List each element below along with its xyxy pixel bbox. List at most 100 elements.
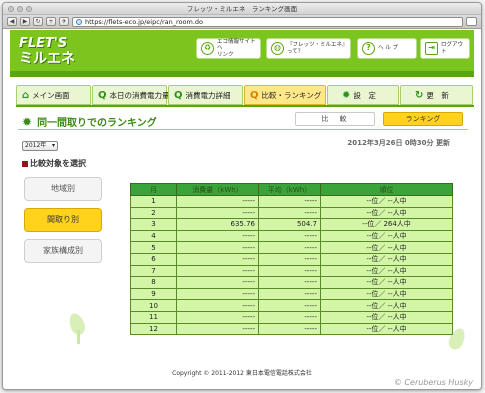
window-title: フレッツ・ミルエネ ランキング画面 (186, 5, 298, 13)
cell-usage: ----- (176, 322, 259, 336)
site-logo[interactable]: FLET'S ミルエネ (19, 36, 109, 68)
cell-rank: --位／ --人中 (320, 287, 453, 301)
site-header: FLET'S ミルエネ ♻ エコ情報サイトへ リンク ◍ 『フレッツ・ミルエネ』っ… (10, 30, 474, 77)
tab-today-usage[interactable]: Q 本日の消費電力量 (92, 85, 170, 105)
cell-month: 11 (130, 310, 177, 324)
tab-label: 設 定 (353, 90, 376, 100)
compare-toggle[interactable]: 比 較 (295, 112, 375, 126)
choose-label-text: 比較対象を選択 (30, 159, 86, 168)
square-bullet-icon (22, 160, 28, 167)
cell-usage: ----- (176, 264, 259, 278)
table-row: 7 ----- ----- --位／ --人中 (130, 264, 453, 278)
cell-average: ----- (258, 206, 321, 220)
cell-month: 5 (130, 241, 177, 254)
table-row: 8 ----- ----- --位／ --人中 (130, 276, 453, 289)
page: FLET'S ミルエネ ♻ エコ情報サイトへ リンク ◍ 『フレッツ・ミルエネ』っ… (3, 30, 481, 389)
cell-rank: --位／ --人中 (320, 195, 453, 208)
cell-month: 3 (130, 218, 177, 231)
magnifier-icon: Q (174, 89, 183, 101)
cell-rank: --位／ --人中 (320, 229, 453, 243)
nav-underline (16, 105, 474, 107)
by-region-button[interactable]: 地域別 (24, 177, 102, 201)
magnifier-icon: Q (250, 89, 259, 101)
cell-usage: ----- (176, 276, 259, 289)
cell-usage: ----- (176, 241, 259, 254)
cell-rank: --位／ 264人中 (320, 218, 453, 231)
logout-label: ログアウト (441, 42, 464, 55)
tab-refresh[interactable]: ↻ 更 新 (400, 85, 473, 105)
cell-rank: --位／ --人中 (320, 206, 453, 220)
tab-main[interactable]: ⌂ メイン画面 (16, 85, 91, 105)
tab-compare-ranking[interactable]: Q 比較・ランキング (244, 85, 326, 105)
cell-usage: ----- (176, 299, 259, 312)
cell-average: ----- (258, 195, 321, 208)
tab-settings[interactable]: ✹ 設 定 (327, 85, 399, 105)
cell-average: ----- (258, 252, 321, 266)
cell-month: 10 (130, 299, 177, 312)
main-nav: ⌂ メイン画面 Q 本日の消費電力量 Q 消費電力詳細 Q 比較・ランキング ✹ (16, 85, 474, 105)
home-icon: ⌂ (22, 89, 30, 101)
cell-rank: --位／ --人中 (320, 322, 453, 336)
ranking-toggle[interactable]: ランキング (383, 112, 463, 126)
about-link-label: 『フレッツ・ミルエネ』って？ (287, 42, 345, 55)
cell-rank: --位／ --人中 (320, 241, 453, 254)
gear-icon: ✹ (342, 89, 351, 101)
browser-window: フレッツ・ミルエネ ランキング画面 ◀ ▶ ↻ + ✈ https://flet… (2, 2, 482, 390)
header-rank: 順位 (320, 183, 453, 196)
header-average: 平均（kWh） (258, 183, 321, 196)
table-header-row: 月 消費量（kWh） 平均（kWh） 順位 (130, 183, 453, 196)
logout-icon: ⇥ (425, 42, 438, 55)
tab-label: 消費電力詳細 (185, 90, 231, 100)
section-divider (18, 129, 468, 130)
tab-label: 本日の消費電力量 (109, 90, 170, 100)
cell-rank: --位／ --人中 (320, 264, 453, 278)
logo-line2: ミルエネ (19, 51, 75, 67)
table-row: 6 ----- ----- --位／ --人中 (130, 252, 453, 266)
ranking-table: 月 消費量（kWh） 平均（kWh） 順位 1 ----- ----- --位／ --… (130, 183, 453, 336)
logo-line1: FLET'S (19, 36, 68, 51)
address-bar[interactable]: https://flets-eco.jp/eipc/ran_room.do (72, 16, 463, 27)
table-row: 5 ----- ----- --位／ --人中 (130, 241, 453, 254)
add-bookmark-button[interactable]: + (46, 17, 56, 26)
back-button[interactable]: ◀ (7, 17, 17, 26)
refresh-icon: ↻ (415, 89, 424, 101)
table-row: 9 ----- ----- --位／ --人中 (130, 287, 453, 301)
open-new-button[interactable]: ✈ (59, 17, 69, 26)
cell-usage: ----- (176, 195, 259, 208)
table-row: 11 ----- ----- --位／ --人中 (130, 310, 453, 324)
by-floorplan-button[interactable]: 間取り別 (24, 208, 102, 232)
table-row: 3 635.76 504.7 --位／ 264人中 (130, 218, 453, 231)
about-link[interactable]: ◍ 『フレッツ・ミルエネ』って？ (266, 38, 351, 59)
forward-button[interactable]: ▶ (20, 17, 30, 26)
page-content: FLET'S ミルエネ ♻ エコ情報サイトへ リンク ◍ 『フレッツ・ミルエネ』っ… (10, 30, 474, 389)
table-row: 1 ----- ----- --位／ --人中 (130, 195, 453, 208)
reload-button[interactable]: ↻ (33, 17, 43, 26)
cell-usage: ----- (176, 252, 259, 266)
browser-toolbar: ◀ ▶ ↻ + ✈ https://flets-eco.jp/eipc/ran_… (3, 15, 481, 29)
header-usage: 消費量（kWh） (176, 183, 259, 196)
cell-rank: --位／ --人中 (320, 252, 453, 266)
cell-usage: ----- (176, 206, 259, 220)
gear-icon: ✹ (22, 114, 33, 129)
tab-usage-detail[interactable]: Q 消費電力詳細 (168, 85, 243, 105)
sprout-decoration (77, 330, 80, 344)
minimize-window-button[interactable] (17, 6, 23, 12)
globe-icon: ◍ (271, 42, 284, 55)
cell-month: 2 (130, 206, 177, 220)
help-button[interactable]: ? ヘ ル プ (357, 38, 417, 59)
rss-button[interactable] (466, 17, 477, 26)
cell-month: 8 (130, 276, 177, 289)
eco-info-link[interactable]: ♻ エコ情報サイトへ リンク (196, 38, 261, 59)
choose-label: 比較対象を選択 (22, 158, 86, 169)
cell-average: ----- (258, 229, 321, 243)
year-select[interactable]: 2012年 (22, 141, 58, 151)
by-family-button[interactable]: 家族構成別 (24, 239, 102, 263)
cell-average: 504.7 (258, 218, 321, 231)
cell-average: ----- (258, 310, 321, 324)
zoom-window-button[interactable] (26, 6, 32, 12)
cell-month: 7 (130, 264, 177, 278)
eco-link-label: エコ情報サイトへ リンク (217, 38, 256, 58)
close-window-button[interactable] (8, 6, 14, 12)
globe-icon (76, 18, 82, 25)
logout-button[interactable]: ⇥ ログアウト (420, 38, 470, 59)
